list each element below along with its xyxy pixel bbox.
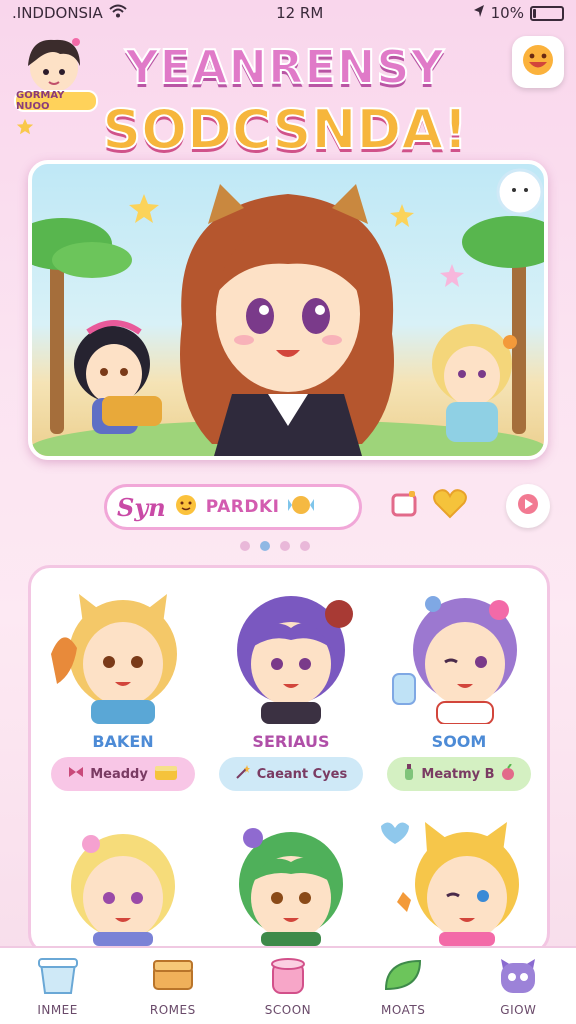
location-icon — [473, 4, 485, 22]
berry-icon — [501, 763, 515, 784]
character-portrait — [392, 596, 517, 725]
nav-label: INMEE — [37, 1003, 78, 1017]
character-name: SOOM — [431, 732, 487, 751]
wifi-icon — [109, 4, 127, 22]
cup-icon — [35, 955, 81, 999]
play-icon — [517, 493, 539, 519]
nav-item-giow[interactable]: GIOW — [468, 955, 568, 1017]
nav-item-romes[interactable]: ROMES — [123, 955, 223, 1017]
character-portrait — [381, 822, 519, 946]
sun-face-icon — [174, 493, 198, 521]
nav-item-inmee[interactable]: INMEE — [8, 955, 108, 1017]
frame-button[interactable] — [384, 486, 424, 526]
character-card[interactable] — [211, 816, 371, 950]
box-icon — [150, 955, 196, 999]
bow-icon — [68, 766, 84, 782]
character-card[interactable] — [43, 816, 203, 950]
character-card[interactable]: BAKEN Meaddy — [43, 584, 203, 791]
character-portrait — [239, 828, 343, 946]
character-tag[interactable]: Meatmy B — [387, 757, 531, 791]
status-right: 10% — [473, 4, 564, 22]
play-button[interactable] — [506, 484, 550, 528]
hero-illustration — [32, 168, 544, 456]
nav-label: GIOW — [500, 1003, 537, 1017]
character-tag-label: Meatmy B — [421, 766, 495, 782]
nav-label: MOATS — [381, 1003, 426, 1017]
star-icon — [16, 118, 34, 140]
carousel-indicator — [240, 541, 310, 551]
promo-banner[interactable]: Syn PARDKI — [104, 484, 362, 530]
heart-icon — [433, 489, 467, 523]
carrier-label: .INDDONSIA — [12, 4, 103, 22]
carousel-dot[interactable] — [280, 541, 290, 551]
hero-banner[interactable] — [28, 160, 548, 460]
clock: 12 RM — [276, 4, 324, 22]
character-tag[interactable]: Caeant Cyes — [219, 757, 363, 791]
nav-item-scoon[interactable]: SCOON — [238, 955, 338, 1017]
promo-label: PARDKI — [205, 497, 280, 517]
nav-label: ROMES — [149, 1003, 196, 1017]
battery-icon — [529, 5, 564, 21]
character-grid: BAKEN Meaddy SERIAUS Caeant Cyes SOOM Me… — [28, 565, 550, 955]
nav-item-moats[interactable]: MOATS — [353, 955, 453, 1017]
wand-icon — [235, 764, 251, 784]
bottle-icon — [403, 763, 415, 785]
status-left: .INDDONSIA — [12, 4, 127, 22]
battery-percent: 10% — [490, 4, 524, 22]
character-portrait — [51, 594, 177, 724]
character-name: SERIAUS — [252, 732, 330, 751]
carousel-dot[interactable] — [240, 541, 250, 551]
monster-icon — [495, 955, 541, 999]
leaf-icon — [380, 955, 426, 999]
bottom-navigation: INMEE ROMES SCOON MOATS GIOW — [0, 946, 576, 1024]
cake-icon — [154, 763, 178, 785]
character-card[interactable]: SOOM Meatmy B — [379, 584, 539, 791]
character-name: BAKEN — [92, 732, 154, 751]
promo-script: Syn — [117, 492, 166, 522]
carousel-dot[interactable] — [260, 541, 270, 551]
nav-label: SCOON — [264, 1003, 312, 1017]
emoji-button[interactable] — [512, 36, 564, 88]
character-card[interactable] — [379, 816, 539, 950]
character-card[interactable]: SERIAUS Caeant Cyes — [211, 584, 371, 791]
character-portrait — [237, 596, 353, 724]
character-portrait — [71, 834, 175, 946]
status-bar: .INDDONSIA 12 RM 10% — [0, 0, 576, 26]
smiley-icon — [521, 43, 555, 81]
app-title: YEANRENSY SODCSNDA! — [70, 39, 500, 162]
favorite-button[interactable] — [430, 486, 470, 526]
character-tag-label: Meaddy — [90, 766, 148, 782]
jar-icon — [265, 955, 311, 999]
character-tag[interactable]: Meaddy — [51, 757, 195, 791]
frame-icon — [389, 489, 419, 523]
carousel-dot[interactable] — [300, 541, 310, 551]
title-line-2: SODCSNDA! — [101, 97, 469, 162]
title-line-1: YEANRENSY — [124, 39, 445, 95]
candy-icon — [287, 493, 314, 521]
character-tag-label: Caeant Cyes — [256, 766, 348, 782]
